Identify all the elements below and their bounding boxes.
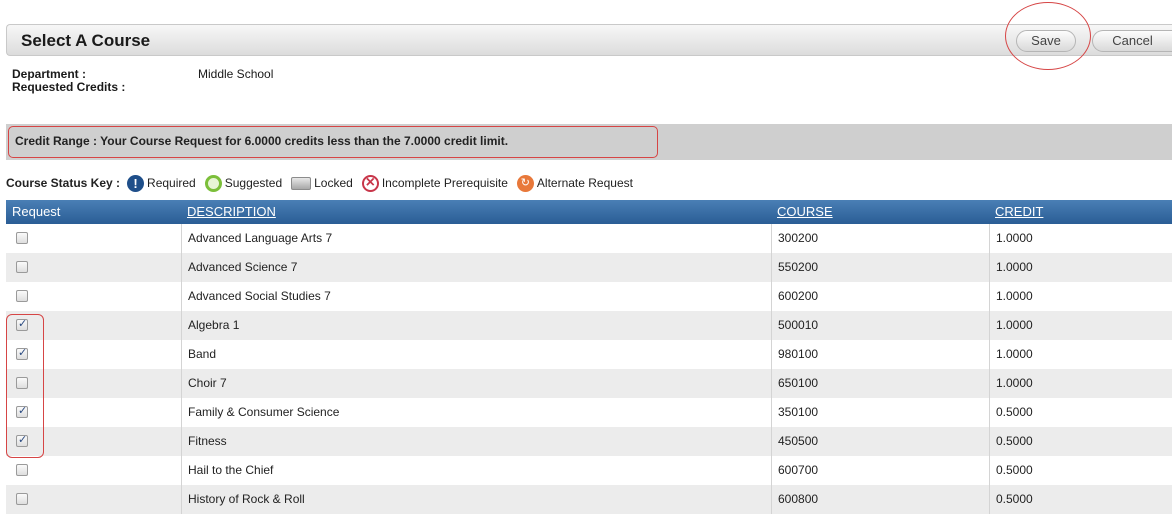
course-number: 300200 [771, 224, 989, 253]
status-key-suggested: Suggested [224, 176, 283, 190]
course-number: 600200 [771, 282, 989, 311]
credit-range-bar: Credit Range : Your Course Request for 6… [6, 124, 1172, 160]
table-row: Advanced Language Arts 7 300200 1.0000 [6, 224, 1172, 253]
course-credit: 1.0000 [989, 224, 1172, 253]
course-credit: 0.5000 [989, 456, 1172, 485]
status-key-required: Required [147, 176, 196, 190]
table-row: Advanced Science 7 550200 1.0000 [6, 253, 1172, 282]
course-description: History of Rock & Roll [181, 485, 771, 514]
request-cell [6, 253, 181, 282]
course-status-key: Course Status Key : Required Suggested L… [6, 172, 639, 194]
page-header: Select A Course [6, 24, 1172, 56]
table-row: Fitness4505000.5000 [6, 427, 1172, 456]
cancel-button[interactable]: Cancel [1092, 30, 1172, 52]
request-checkbox[interactable] [16, 317, 28, 331]
status-key-label: Course Status Key : [6, 176, 121, 190]
table-row: Advanced Social Studies 7 600200 1.0000 [6, 282, 1172, 311]
request-checkbox[interactable] [16, 493, 28, 505]
course-credit: 0.5000 [989, 398, 1172, 427]
course-table: Request DESCRIPTION COURSE CREDIT Advanc… [6, 200, 1172, 514]
suggested-icon [204, 174, 222, 192]
request-checkbox[interactable] [16, 261, 28, 273]
table-row: Algebra 15000101.0000 [6, 311, 1172, 340]
course-credit: 1.0000 [989, 253, 1172, 282]
alternate-request-icon [516, 174, 534, 192]
column-header-course[interactable]: COURSE [777, 204, 833, 219]
request-checkbox[interactable] [16, 346, 28, 360]
save-button[interactable]: Save [1016, 30, 1076, 52]
table-body: Advanced Language Arts 7 300200 1.0000 Adva… [6, 224, 1172, 514]
course-description: Advanced Science 7 [181, 253, 771, 282]
request-cell [6, 224, 181, 253]
course-credit: 1.0000 [989, 369, 1172, 398]
requested-credits-label: Requested Credits : [12, 80, 126, 94]
course-credit: 0.5000 [989, 485, 1172, 514]
request-cell [6, 369, 181, 398]
locked-icon [291, 176, 312, 190]
request-checkbox[interactable] [16, 377, 28, 389]
department-value: Middle School [198, 67, 274, 81]
table-row: Family & Consumer Science3501000.5000 [6, 398, 1172, 427]
request-checkbox[interactable] [16, 290, 28, 302]
course-description: Advanced Language Arts 7 [181, 224, 771, 253]
table-header: Request DESCRIPTION COURSE CREDIT [6, 200, 1172, 224]
column-header-credit[interactable]: CREDIT [995, 204, 1043, 219]
course-number: 600800 [771, 485, 989, 514]
request-cell [6, 282, 181, 311]
table-row: History of Rock & Roll 600800 0.5000 [6, 485, 1172, 514]
request-cell [6, 311, 181, 340]
course-description: Advanced Social Studies 7 [181, 282, 771, 311]
request-cell [6, 485, 181, 514]
course-description: Hail to the Chief [181, 456, 771, 485]
required-icon [127, 174, 145, 192]
course-description: Family & Consumer Science [181, 398, 771, 427]
course-credit: 1.0000 [989, 311, 1172, 340]
course-number: 500010 [771, 311, 989, 340]
table-row: Hail to the Chief 600700 0.5000 [6, 456, 1172, 485]
incomplete-prerequisite-icon [361, 174, 379, 192]
course-description: Algebra 1 [181, 311, 771, 340]
column-header-description[interactable]: DESCRIPTION [187, 204, 276, 219]
course-info: Department : Middle School Requested Cre… [12, 68, 273, 94]
request-checkbox[interactable] [16, 433, 28, 447]
course-description: Choir 7 [181, 369, 771, 398]
course-number: 450500 [771, 427, 989, 456]
course-number: 350100 [771, 398, 989, 427]
course-number: 650100 [771, 369, 989, 398]
request-cell [6, 456, 181, 485]
course-description: Fitness [181, 427, 771, 456]
credit-range-message: Credit Range : Your Course Request for 6… [8, 126, 658, 158]
course-description: Band [181, 340, 771, 369]
request-checkbox[interactable] [16, 404, 28, 418]
request-checkbox[interactable] [16, 464, 28, 476]
column-header-request: Request [12, 204, 61, 219]
course-credit: 0.5000 [989, 427, 1172, 456]
status-key-alternate: Alternate Request [536, 176, 633, 190]
page-title: Select A Course [21, 31, 151, 50]
course-number: 980100 [771, 340, 989, 369]
course-credit: 1.0000 [989, 340, 1172, 369]
request-cell [6, 340, 181, 369]
status-key-locked: Locked [314, 176, 353, 190]
course-number: 600700 [771, 456, 989, 485]
table-row: Choir 7 650100 1.0000 [6, 369, 1172, 398]
course-credit: 1.0000 [989, 282, 1172, 311]
course-number: 550200 [771, 253, 989, 282]
request-cell [6, 398, 181, 427]
request-checkbox[interactable] [16, 232, 28, 244]
request-cell [6, 427, 181, 456]
table-row: Band9801001.0000 [6, 340, 1172, 369]
status-key-incomplete: Incomplete Prerequisite [381, 176, 508, 190]
